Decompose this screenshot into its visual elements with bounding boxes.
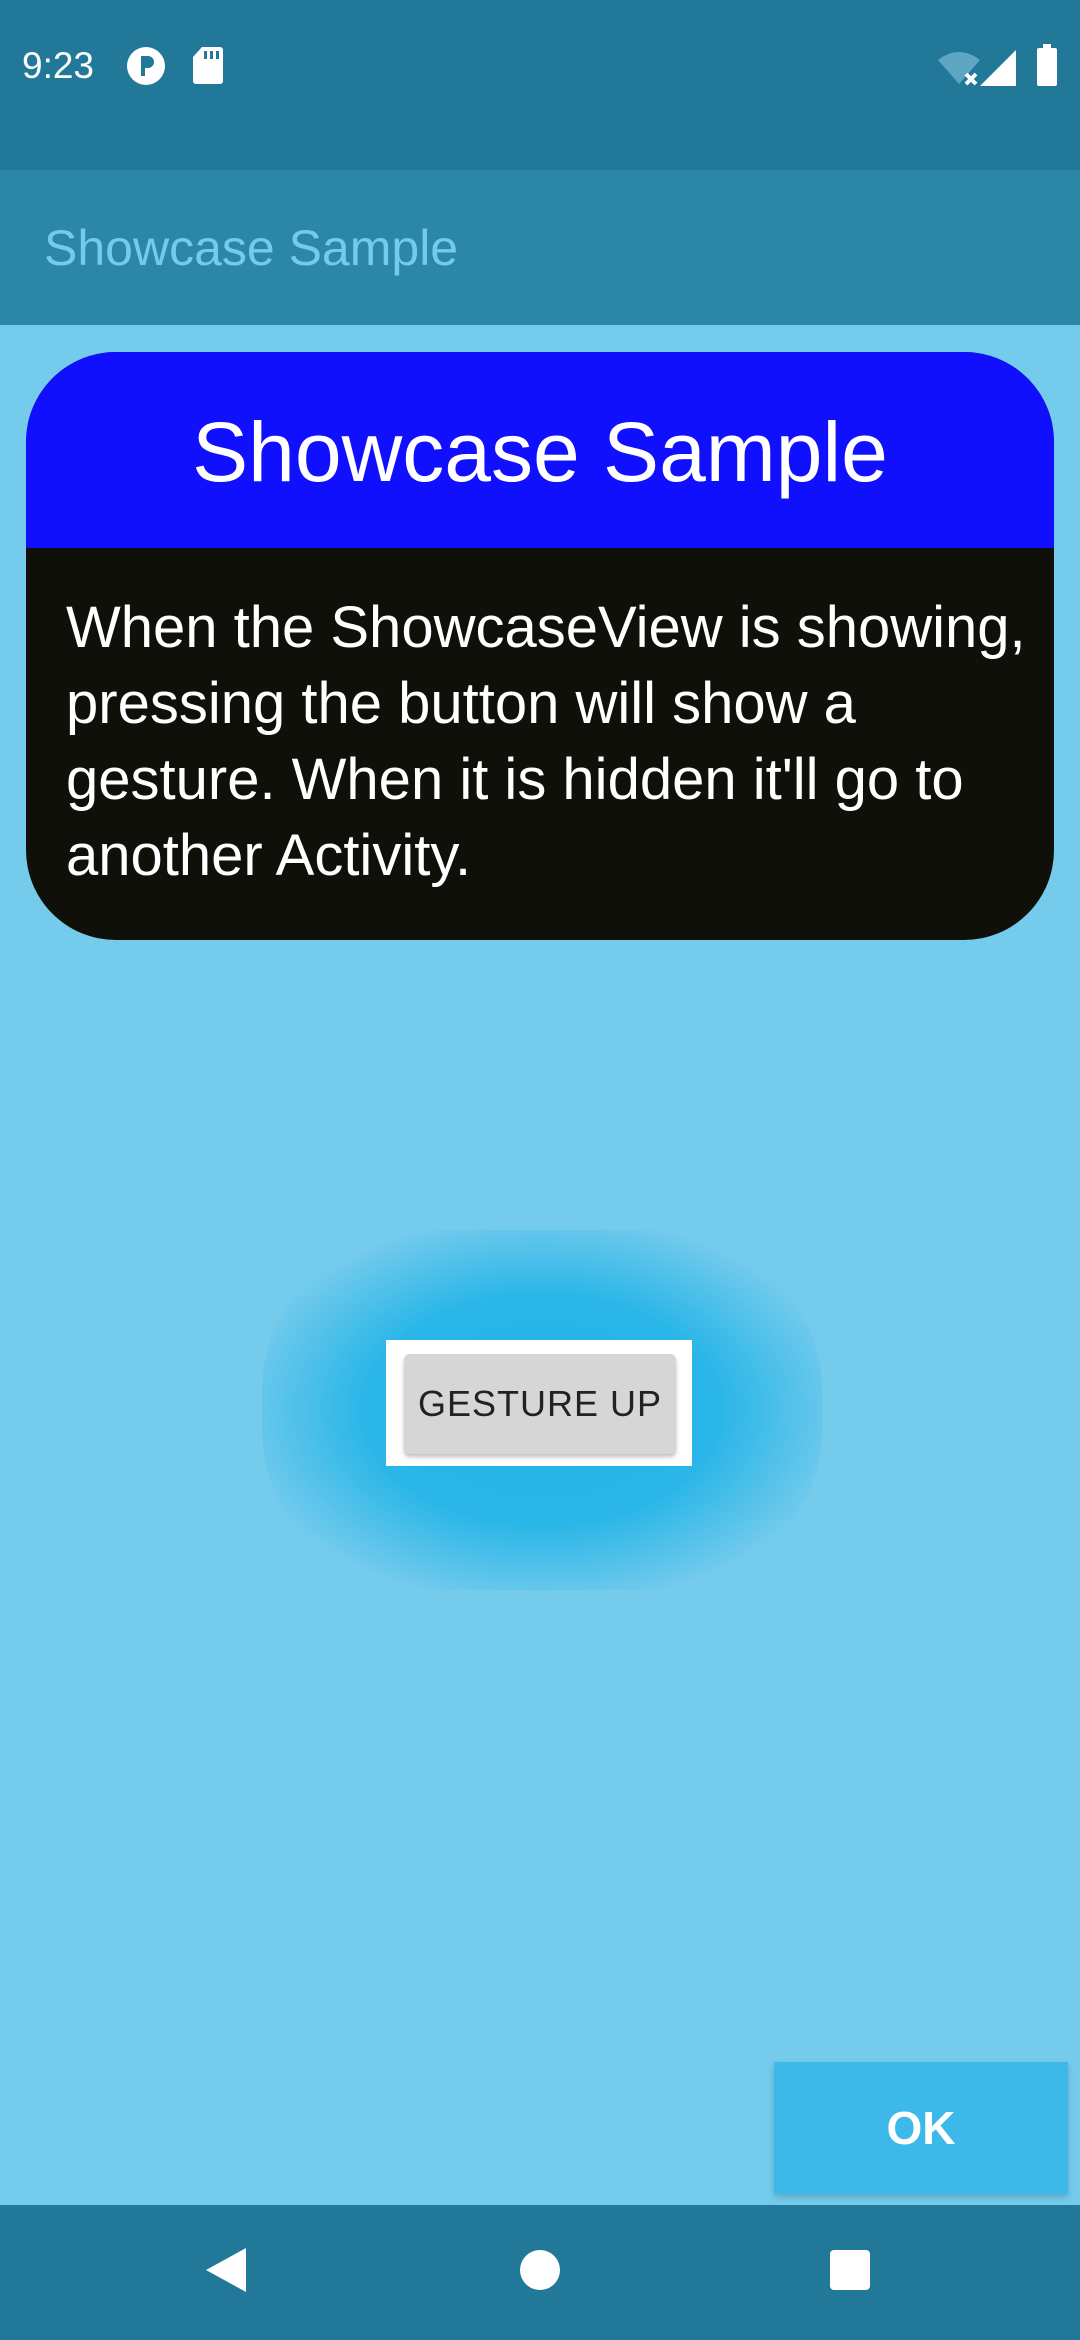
sd-card-icon (192, 46, 224, 89)
showcase-card: Showcase Sample When the ShowcaseView is… (26, 352, 1054, 940)
gesture-up-button[interactable]: GESTURE UP (404, 1354, 676, 1454)
navigation-bar (0, 2205, 1080, 2340)
home-icon (519, 2249, 561, 2296)
showcase-title: Showcase Sample (192, 405, 888, 499)
signal-icon (980, 50, 1018, 91)
app-bar: Showcase Sample (0, 170, 1080, 325)
home-button[interactable] (460, 2205, 620, 2340)
showcase-card-header: Showcase Sample (26, 352, 1054, 548)
ok-button[interactable]: OK (774, 2062, 1068, 2194)
wifi-off-icon (936, 50, 982, 91)
back-button[interactable] (146, 2205, 306, 2340)
recents-icon (829, 2249, 871, 2296)
status-bar: 9:23 (0, 0, 1080, 170)
back-icon (204, 2246, 248, 2299)
notification-p-icon (126, 46, 166, 91)
battery-icon (1036, 44, 1058, 91)
app-title: Showcase Sample (44, 220, 459, 276)
showcase-description: When the ShowcaseView is showing, pressi… (66, 595, 1026, 888)
recents-button[interactable] (770, 2205, 930, 2340)
status-time: 9:23 (22, 45, 95, 86)
